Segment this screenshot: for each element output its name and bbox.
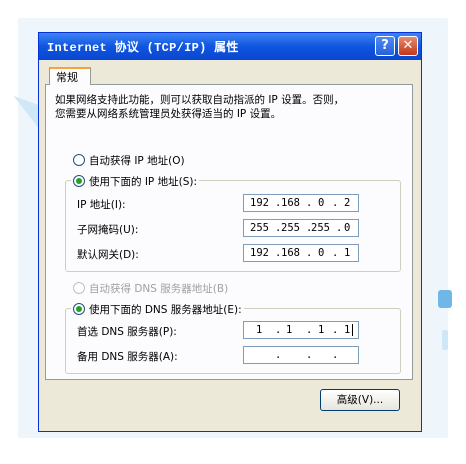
close-icon: ✕ [402, 38, 414, 53]
subnet-mask-input[interactable]: 255 . 255 . 255 .0 [243, 219, 359, 237]
octet: 255 [281, 222, 300, 234]
help-icon: ? [381, 38, 389, 53]
dns-groupbox [65, 308, 401, 374]
octet: 255 [250, 222, 269, 234]
preferred-dns-label: 首选 DNS 服务器(P): [77, 326, 177, 338]
title-bar[interactable]: Internet 协议 (TCP/IP) 属性 ? ✕ [39, 33, 421, 60]
preferred-dns-input[interactable]: 1 .1 .1 .1 [243, 321, 359, 339]
help-button[interactable]: ? [375, 36, 395, 56]
alternate-dns-label: 备用 DNS 服务器(A): [77, 351, 178, 363]
auto-ip-radio[interactable]: 自动获得 IP 地址(O) [73, 153, 185, 168]
octet: 2 [344, 197, 351, 209]
decorative-bar [442, 330, 448, 350]
close-button[interactable]: ✕ [398, 36, 418, 56]
text-caret [352, 324, 353, 336]
decorative-bar [438, 290, 452, 308]
auto-ip-label: 自动获得 IP 地址(O) [89, 155, 185, 167]
octet: 168 [281, 247, 300, 259]
ip-address-input[interactable]: 192 . 168 .0 .2 [243, 194, 359, 212]
radio-indicator [73, 303, 85, 315]
octet: 192 [250, 197, 269, 209]
auto-dns-radio[interactable]: 自动获得 DNS 服务器地址(B) [73, 281, 228, 296]
octet: 1 [318, 324, 325, 336]
window-title: Internet 协议 (TCP/IP) 属性 [47, 41, 239, 55]
auto-dns-label: 自动获得 DNS 服务器地址(B) [89, 283, 229, 295]
intro-line: 如果网络支持此功能，则可以获取自动指派的 IP 设置。否则， [55, 94, 345, 106]
octet: 1 [344, 247, 351, 259]
intro-text: 如果网络支持此功能，则可以获取自动指派的 IP 设置。否则， 您需要从网络系统管… [55, 93, 405, 121]
radio-indicator [73, 154, 85, 166]
octet: 0 [318, 247, 325, 259]
subnet-mask-label: 子网掩码(U): [77, 224, 139, 236]
octet: 1 [286, 324, 293, 336]
tcpip-properties-dialog: Internet 协议 (TCP/IP) 属性 ? ✕ 常规 如果网络支持此功能… [38, 32, 422, 432]
octet: 255 [311, 222, 330, 234]
manual-ip-radio[interactable]: 使用下面的 IP 地址(S): [71, 174, 199, 189]
manual-ip-label: 使用下面的 IP 地址(S): [89, 176, 197, 188]
manual-dns-label: 使用下面的 DNS 服务器地址(E): [89, 304, 242, 316]
octet: 0 [318, 197, 325, 209]
default-gateway-label: 默认网关(D): [77, 249, 139, 261]
advanced-button[interactable]: 高级(V)... [320, 389, 400, 411]
ip-address-label: IP 地址(I): [77, 199, 126, 211]
intro-line: 您需要从网络系统管理员处获得适当的 IP 设置。 [55, 108, 282, 120]
octet: 1 [256, 324, 263, 336]
octet: 1 [344, 324, 351, 336]
octet: 168 [281, 197, 300, 209]
octet: 0 [344, 222, 351, 234]
radio-indicator [73, 175, 85, 187]
tab-general[interactable]: 常规 [49, 67, 91, 85]
alternate-dns-input[interactable]: . . . [243, 346, 359, 364]
default-gateway-input[interactable]: 192 . 168 .0 .1 [243, 244, 359, 262]
octet: 192 [250, 247, 269, 259]
radio-indicator [73, 282, 85, 294]
manual-dns-radio[interactable]: 使用下面的 DNS 服务器地址(E): [71, 302, 244, 317]
